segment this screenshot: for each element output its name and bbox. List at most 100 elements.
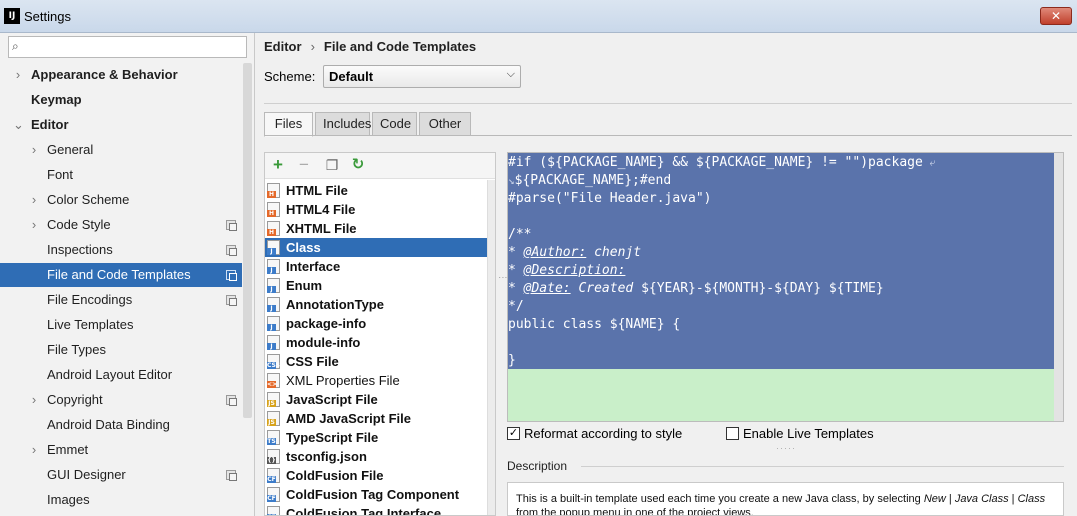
sidebar-item-label: Emmet [47, 442, 89, 457]
template-list-item[interactable]: H HTML File [265, 181, 487, 200]
settings-search-input[interactable] [33, 39, 243, 55]
breadcrumb-root[interactable]: Editor [264, 39, 302, 54]
sidebar-item-copyright[interactable]: › Copyright [0, 388, 242, 412]
chevron-right-icon[interactable]: › [29, 213, 39, 237]
tab-other[interactable]: Other [419, 112, 471, 136]
project-scope-icon [226, 395, 237, 406]
sidebar-item-label: File Encodings [47, 292, 133, 307]
chevron-down-icon[interactable]: ⌄ [13, 113, 24, 137]
title-bar: IJ Settings ✕ [0, 0, 1077, 33]
chevron-down-icon: ⌵ [506, 68, 515, 80]
description-divider [581, 466, 1064, 467]
sidebar-item-inspections[interactable]: Inspections [0, 238, 242, 262]
file-type-tag: {} [267, 457, 276, 464]
sidebar-item-general[interactable]: › General [0, 138, 242, 162]
code-line: * @Description: [508, 263, 626, 278]
file-type-tag: CF [267, 495, 276, 502]
template-editor[interactable]: #if (${PACKAGE_NAME} && ${PACKAGE_NAME} … [507, 152, 1064, 422]
template-list-item[interactable]: CF ColdFusion Tag Interface [265, 504, 487, 515]
project-scope-icon [226, 470, 237, 481]
template-list-item[interactable]: TS TypeScript File [265, 428, 487, 447]
sidebar-item-label: Copyright [47, 392, 103, 407]
template-list-item[interactable]: Jpackage-info [265, 314, 487, 333]
divider [264, 103, 1072, 104]
sidebar-item-label: Appearance & Behavior [31, 67, 178, 82]
reset-template-icon[interactable]: ↻ [349, 156, 367, 174]
sidebar-item-label: Live Templates [47, 317, 134, 332]
sidebar-item-editor[interactable]: ⌄ Editor [0, 113, 242, 137]
copy-template-icon[interactable]: ❐ [323, 156, 341, 174]
tab-underline [264, 135, 1072, 136]
template-list-item[interactable]: CF ColdFusion Tag Component [265, 485, 487, 504]
tab-code[interactable]: Code [372, 112, 417, 136]
template-list-item[interactable]: H XHTML File [265, 219, 487, 238]
template-list-item[interactable]: {} tsconfig.json [265, 447, 487, 466]
sidebar-item-gui-designer[interactable]: GUI Designer [0, 463, 242, 487]
template-list-item[interactable]: Jmodule-info [265, 333, 487, 352]
template-list-item[interactable]: J Enum [265, 276, 487, 295]
template-list-item[interactable]: J Class [265, 238, 487, 257]
file-type-tag: CF [267, 476, 276, 483]
chevron-right-icon[interactable]: › [29, 188, 39, 212]
reformat-checkbox[interactable]: ✓ [507, 427, 520, 440]
sidebar-item-android-layout-editor[interactable]: Android Layout Editor [0, 363, 242, 387]
file-type-icon: {} [267, 449, 280, 464]
template-list-item[interactable]: CF ColdFusion File [265, 466, 487, 485]
template-list-item[interactable]: JS AMD JavaScript File [265, 409, 487, 428]
template-name: ColdFusion Tag Component [286, 487, 460, 502]
search-icon: ⌕ [12, 39, 19, 53]
close-window-button[interactable]: ✕ [1040, 7, 1072, 25]
template-list-toolbar: + − ❐ ↻ [265, 153, 495, 179]
sidebar-item-color-scheme[interactable]: › Color Scheme [0, 188, 242, 212]
scheme-label: Scheme: [264, 69, 316, 84]
file-type-icon: J [267, 259, 280, 274]
sidebar-scrollbar[interactable] [243, 63, 252, 418]
template-list-item[interactable]: JS JavaScript File [265, 390, 487, 409]
settings-sidebar: ⌕ › Appearance & Behavior Keymap ⌄ Editor › Ge… [0, 33, 255, 516]
file-type-icon: JS [267, 392, 280, 407]
file-type-icon: TS [267, 430, 280, 445]
settings-search-box[interactable]: ⌕ [8, 36, 247, 58]
template-list-item[interactable]: H HTML4 File [265, 200, 487, 219]
sidebar-item-file-encodings[interactable]: File Encodings [0, 288, 242, 312]
template-list-panel: + − ❐ ↻ H HTML File H HTML4 File H XHTML File… [264, 152, 496, 516]
sidebar-item-label: Keymap [31, 92, 82, 107]
sidebar-item-code-style[interactable]: › Code Style [0, 213, 242, 237]
sidebar-item-images[interactable]: Images [0, 488, 242, 512]
file-type-tag: CSS [267, 362, 280, 369]
chevron-right-icon[interactable]: › [29, 388, 39, 412]
sidebar-item-font[interactable]: Font [0, 163, 242, 187]
sidebar-item-file-and-code-templates[interactable]: File and Code Templates [0, 263, 242, 287]
template-list-scrollbar[interactable] [487, 180, 495, 515]
template-list-item[interactable]: J Interface [265, 257, 487, 276]
sidebar-item-file-types[interactable]: File Types [0, 338, 242, 362]
template-list-item[interactable]: <> XML Properties File [265, 371, 487, 390]
file-type-icon: CSS [267, 354, 280, 369]
template-name: Class [286, 240, 321, 255]
sidebar-item-label: Font [47, 167, 74, 182]
chevron-right-icon[interactable]: › [13, 63, 23, 87]
template-name: CSS File [286, 354, 339, 369]
horizontal-splitter-handle[interactable]: ····· [776, 443, 796, 453]
sidebar-item-emmet[interactable]: › Emmet [0, 438, 242, 462]
tab-includes[interactable]: Includes [315, 112, 371, 136]
sidebar-item-keymap[interactable]: Keymap [0, 88, 242, 112]
chevron-right-icon[interactable]: › [29, 438, 39, 462]
file-type-icon: JS [267, 411, 280, 426]
add-template-icon[interactable]: + [269, 156, 287, 174]
code-line: ↘${PACKAGE_NAME};#end [508, 173, 672, 188]
sidebar-item-android-data-binding[interactable]: Android Data Binding [0, 413, 242, 437]
chevron-right-icon[interactable]: › [29, 138, 39, 162]
code-line: */ [508, 299, 524, 314]
sidebar-item-appearance-behavior[interactable]: › Appearance & Behavior [0, 63, 242, 87]
file-type-tag: J [267, 343, 276, 350]
scheme-dropdown[interactable]: Default ⌵ [323, 65, 521, 88]
sidebar-item-live-templates[interactable]: Live Templates [0, 313, 242, 337]
live-templates-checkbox[interactable] [726, 427, 739, 440]
editor-scrollbar[interactable] [1054, 153, 1063, 421]
remove-template-icon[interactable]: − [295, 156, 313, 174]
template-list-item[interactable]: J AnnotationType [265, 295, 487, 314]
tab-files[interactable]: Files [264, 112, 313, 137]
main-panel: Editor › File and Code Templates Scheme: D… [256, 33, 1077, 516]
template-list-item[interactable]: CSS CSS File [265, 352, 487, 371]
